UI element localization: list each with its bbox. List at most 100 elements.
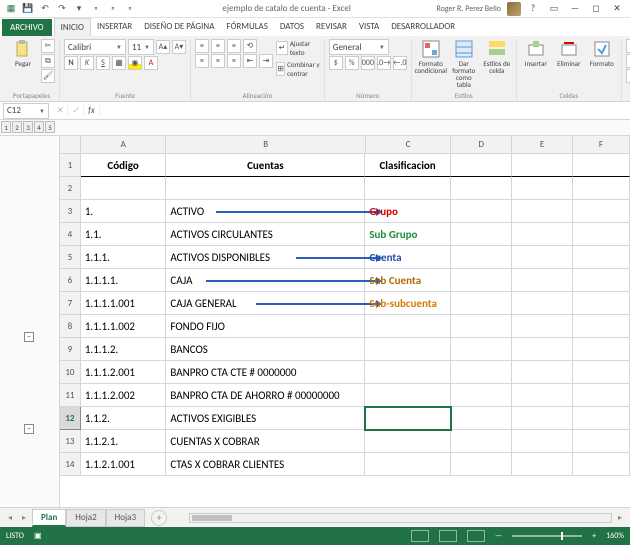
font-name-combo[interactable]: Calibri▼	[64, 39, 126, 55]
sheet-tab-plan[interactable]: Plan	[32, 509, 66, 527]
cell[interactable]	[573, 154, 630, 177]
outline-collapse-button[interactable]: −	[24, 424, 34, 434]
sheet-nav-next[interactable]: ▸	[18, 513, 30, 523]
scroll-right-button[interactable]: ▸	[614, 513, 626, 523]
cell[interactable]: FONDO FIJO	[166, 315, 365, 338]
help-icon[interactable]: ?	[524, 3, 542, 14]
cell[interactable]: 1.1.1.1.001	[81, 292, 167, 315]
row-header[interactable]: 8	[60, 315, 81, 338]
ribbon-tab-desarrollador[interactable]: DESARROLLADOR	[385, 18, 461, 36]
align-bottom-button[interactable]: ≡	[227, 39, 241, 53]
zoom-level[interactable]: 160%	[606, 531, 624, 541]
number-format-combo[interactable]: General▼	[329, 39, 389, 55]
align-top-button[interactable]: ≡	[195, 39, 209, 53]
account-avatar[interactable]	[507, 2, 521, 16]
cut-button[interactable]: ✂	[41, 39, 55, 53]
row-header[interactable]: 6	[60, 269, 81, 292]
align-center-button[interactable]: ≡	[211, 54, 225, 68]
cell[interactable]	[451, 338, 512, 361]
cell[interactable]: 1.1.	[81, 223, 167, 246]
cell[interactable]	[573, 269, 630, 292]
fill-color-button[interactable]: ◉	[128, 56, 142, 70]
horizontal-scrollbar[interactable]	[189, 513, 612, 523]
cell[interactable]	[512, 269, 573, 292]
cell[interactable]	[573, 361, 630, 384]
decrease-font-button[interactable]: A▾	[172, 40, 186, 54]
cell[interactable]: 1.1.2.1.	[81, 430, 167, 453]
cell[interactable]	[166, 177, 365, 200]
cell[interactable]	[451, 315, 512, 338]
autosum-button[interactable]: ΣAutosuma	[626, 39, 630, 53]
cell[interactable]	[573, 223, 630, 246]
cell[interactable]	[365, 384, 451, 407]
cell[interactable]	[512, 361, 573, 384]
cell[interactable]	[512, 200, 573, 223]
redo-icon[interactable]: ↷	[55, 2, 69, 16]
cell[interactable]	[512, 430, 573, 453]
cell[interactable]	[451, 292, 512, 315]
ribbon-tab-revisar[interactable]: REVISAR	[310, 18, 353, 36]
format-painter-button[interactable]: 🖌	[41, 69, 55, 83]
worksheet-grid[interactable]: ABCDEF 1CódigoCuentasClasificacion231.AC…	[60, 136, 630, 507]
outline-gutter[interactable]: −−	[0, 136, 60, 507]
name-box[interactable]: C12▼	[3, 103, 49, 119]
underline-button[interactable]: S	[96, 56, 110, 70]
cell[interactable]: BANCOS	[166, 338, 365, 361]
cell[interactable]: Sub Cuenta	[365, 269, 451, 292]
ribbon-tab-datos[interactable]: DATOS	[274, 18, 310, 36]
cell[interactable]	[573, 338, 630, 361]
cell[interactable]	[573, 177, 630, 200]
cell[interactable]	[512, 407, 573, 430]
cell[interactable]	[573, 407, 630, 430]
cell[interactable]: ACTIVOS DISPONIBLES	[166, 246, 365, 269]
comma-button[interactable]: 000	[361, 56, 375, 70]
copy-button[interactable]: ⧉	[41, 54, 55, 68]
cell[interactable]: Cuentas	[166, 154, 365, 177]
increase-decimal-button[interactable]: .0→	[377, 56, 391, 70]
cell[interactable]: CAJA GENERAL	[166, 292, 365, 315]
undo-icon[interactable]: ↶	[38, 2, 52, 16]
cell[interactable]	[512, 154, 573, 177]
row-header[interactable]: 13	[60, 430, 81, 453]
cell[interactable]	[512, 338, 573, 361]
cell[interactable]	[451, 177, 512, 200]
cell[interactable]	[365, 338, 451, 361]
cell[interactable]	[512, 453, 573, 476]
row-header[interactable]: 1	[60, 154, 81, 177]
outline-level-2[interactable]: 2	[12, 121, 22, 133]
cell[interactable]	[573, 384, 630, 407]
cell[interactable]	[451, 453, 512, 476]
cell[interactable]	[451, 154, 512, 177]
row-header[interactable]: 10	[60, 361, 81, 384]
cell[interactable]	[451, 246, 512, 269]
cell[interactable]	[451, 361, 512, 384]
outline-level-3[interactable]: 3	[23, 121, 33, 133]
cell[interactable]	[451, 430, 512, 453]
paste-button[interactable]: Pegar	[8, 39, 38, 67]
sheet-tab-hoja2[interactable]: Hoja2	[66, 509, 105, 527]
conditional-format-button[interactable]: Formato condicional	[416, 39, 446, 74]
row-header[interactable]: 2	[60, 177, 81, 200]
cancel-formula-button[interactable]: ✕	[52, 105, 68, 116]
delete-cells-button[interactable]: Eliminar	[554, 39, 584, 67]
orientation-button[interactable]: ⟲	[243, 39, 257, 53]
cell[interactable]	[512, 177, 573, 200]
clear-button[interactable]: ◇Borrar	[626, 69, 630, 83]
cell[interactable]: 1.1.1.2.002	[81, 384, 167, 407]
cell[interactable]: CAJA	[166, 269, 365, 292]
cell[interactable]	[512, 246, 573, 269]
column-header-B[interactable]: B	[166, 136, 365, 154]
cell[interactable]: BANPRO CTA DE AHORRO # 00000000	[166, 384, 365, 407]
ribbon-tab-fórmulas[interactable]: FÓRMULAS	[220, 18, 274, 36]
cell[interactable]	[512, 292, 573, 315]
cell[interactable]: 1.1.1.2.	[81, 338, 167, 361]
column-header-A[interactable]: A	[81, 136, 167, 154]
column-header-D[interactable]: D	[451, 136, 512, 154]
cell[interactable]	[451, 200, 512, 223]
percent-button[interactable]: %	[345, 56, 359, 70]
row-header[interactable]: 14	[60, 453, 81, 476]
cell[interactable]: 1.1.1.1.	[81, 269, 167, 292]
cell[interactable]: 1.1.2.1.001	[81, 453, 167, 476]
ribbon-tab-inicio[interactable]: INICIO	[54, 18, 91, 36]
ribbon-tab-vista[interactable]: VISTA	[353, 18, 385, 36]
